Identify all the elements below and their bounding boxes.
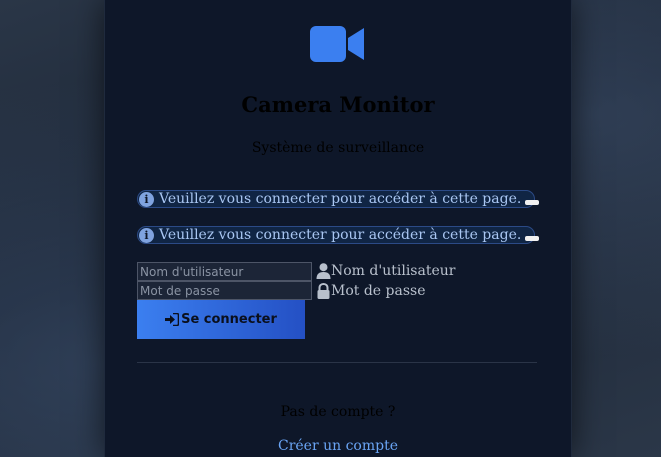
alert-message: Veuillez vous connecter pour accéder à c… — [159, 227, 522, 243]
login-required-alert: i Veuillez vous connecter pour accéder à… — [137, 226, 540, 244]
no-account-text: Pas de compte ? — [280, 404, 396, 420]
divider — [137, 362, 537, 363]
video-camera-icon — [310, 26, 364, 62]
lock-icon — [317, 282, 330, 299]
info-circle-icon: i — [139, 227, 154, 243]
user-icon — [316, 262, 331, 279]
login-required-alert: i Veuillez vous connecter pour accéder à… — [137, 190, 540, 208]
alert-close-button[interactable] — [525, 235, 540, 241]
sign-in-icon — [165, 313, 180, 326]
username-label: Nom d'utilisateur — [316, 261, 455, 280]
app-subtitle: Système de surveillance — [251, 140, 425, 156]
login-card: Camera Monitor Système de surveillance i… — [104, 0, 572, 457]
app-title: Camera Monitor — [241, 92, 435, 117]
login-button[interactable]: Se connecter — [137, 300, 305, 339]
password-label-text: Mot de passe — [331, 282, 426, 299]
create-account-link[interactable]: Créer un compte — [105, 438, 571, 454]
username-input[interactable] — [137, 262, 312, 281]
login-button-label: Se connecter — [181, 312, 277, 327]
password-input[interactable] — [137, 281, 312, 300]
alert-message: Veuillez vous connecter pour accéder à c… — [159, 191, 522, 207]
info-circle-icon: i — [139, 191, 154, 207]
alert-close-button[interactable] — [525, 199, 540, 205]
username-label-text: Nom d'utilisateur — [331, 262, 456, 279]
password-label: Mot de passe — [316, 281, 426, 300]
